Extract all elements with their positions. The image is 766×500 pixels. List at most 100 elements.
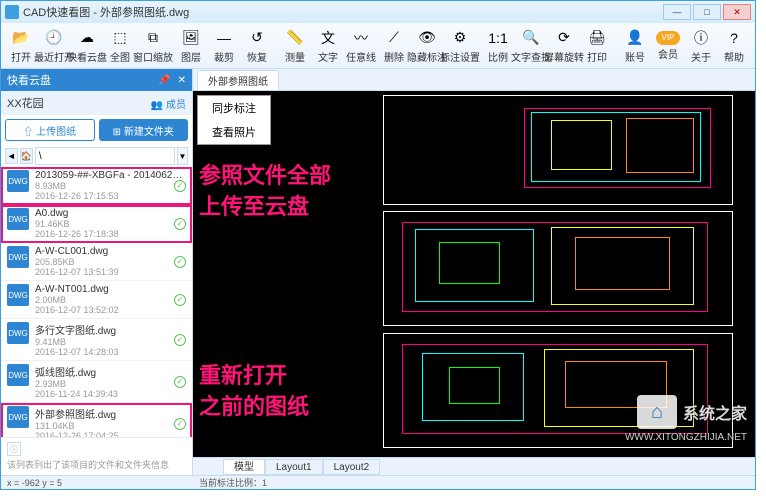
footer-text: 该列表列出了该项目的文件和文件夹信息: [7, 458, 186, 471]
toolbar-label: 关于: [691, 49, 711, 64]
window-title: CAD快速看图 - 外部参照图纸.dwg: [23, 4, 663, 20]
app-window: CAD快速看图 - 外部参照图纸.dwg — □ ✕ 📂打开🕘最近打开☁快看云盘…: [0, 0, 756, 490]
layout-tabs: 模型Layout1Layout2: [193, 457, 755, 475]
toolbar-快看云盘[interactable]: ☁快看云盘: [71, 25, 103, 67]
file-date: 2016-11-24 14:39:43: [35, 389, 186, 399]
toolbar-关于[interactable]: ⓘ关于: [685, 25, 717, 67]
path-input[interactable]: [35, 147, 175, 165]
close-button[interactable]: ✕: [723, 4, 751, 20]
watermark-text: 系统之家: [683, 400, 747, 424]
file-item[interactable]: DWGA-W-NT001.dwg2.00MB2016-12-07 13:52:0…: [1, 281, 192, 319]
测量-icon: 📏: [285, 28, 305, 48]
pin-icon[interactable]: 📌: [158, 75, 170, 86]
toolbar-全图[interactable]: ⬚全图: [104, 25, 136, 67]
toolbar-打开[interactable]: 📂打开: [5, 25, 37, 67]
layout-tab[interactable]: Layout1: [265, 459, 323, 475]
toolbar-文字[interactable]: 文文字: [312, 25, 344, 67]
toolbar-图层[interactable]: 🖼图层: [175, 25, 207, 67]
file-name: A-W-NT001.dwg: [35, 284, 186, 295]
maximize-button[interactable]: □: [693, 4, 721, 20]
back-icon[interactable]: ◄: [5, 148, 18, 164]
context-menu: 同步标注查看照片: [197, 95, 271, 145]
toolbar-label: 裁剪: [214, 49, 234, 64]
drawing-area: 外部参照图纸 同步标注查看照片 参照文件全部上传至云盘 重新打开之前的图纸 ⌂ …: [193, 69, 755, 475]
toolbar-label: 帮助: [724, 49, 744, 64]
file-item[interactable]: DWGA0.dwg91.46KB2016-12-26 17:18:38✓: [1, 205, 192, 243]
file-name: 多行文字图纸.dwg: [35, 322, 186, 337]
toolbar-任意线[interactable]: 〰任意线: [345, 25, 377, 67]
toolbar-打印[interactable]: 🖨打印: [581, 25, 613, 67]
members-button[interactable]: 👥 成员: [151, 96, 186, 111]
关于-icon: ⓘ: [691, 28, 711, 48]
toolbar-窗口缩放[interactable]: ⧉窗口缩放: [137, 25, 169, 67]
sync-check-icon: ✓: [174, 294, 186, 306]
账号-icon: 👤: [625, 28, 645, 48]
upload-button[interactable]: ⇧ 上传图纸: [5, 119, 95, 141]
tab-active[interactable]: 外部参照图纸: [197, 70, 279, 90]
layout-tab[interactable]: Layout2: [323, 459, 381, 475]
toolbar-label: 恢复: [247, 49, 267, 64]
toolbar-label: 窗口缩放: [133, 49, 173, 64]
恢复-icon: ↺: [247, 28, 267, 48]
窗口缩放-icon: ⧉: [143, 28, 163, 48]
home-icon[interactable]: 🏠: [20, 148, 33, 164]
path-dropdown-icon[interactable]: ▼: [177, 147, 188, 165]
annotation-1: 参照文件全部上传至云盘: [199, 161, 331, 223]
toolbar-标注设置[interactable]: ⚙标注设置: [444, 25, 476, 67]
toolbar-比例[interactable]: 1:1比例: [482, 25, 514, 67]
toolbar-风格[interactable]: 🎨风格: [751, 25, 755, 67]
toolbar-恢复[interactable]: ↺恢复: [241, 25, 273, 67]
toolbar-会员[interactable]: VIP会员: [652, 25, 684, 67]
sidebar-footer: ⓘ 该列表列出了该项目的文件和文件夹信息: [1, 437, 192, 475]
sidebar-close-icon[interactable]: ✕: [178, 75, 186, 86]
file-meta: 9.41MB: [35, 337, 186, 347]
sync-check-icon: ✓: [174, 418, 186, 430]
file-list[interactable]: DWG2013059-##-XBGFa - 20140623.dwg8.93MB…: [1, 167, 192, 437]
menu-item[interactable]: 查看照片: [198, 120, 270, 144]
打开-icon: 📂: [11, 28, 31, 48]
menu-item[interactable]: 同步标注: [198, 96, 270, 120]
layout-tab[interactable]: 模型: [223, 459, 265, 475]
watermark-icon: ⌂: [637, 395, 677, 429]
帮助-icon: ?: [724, 28, 744, 48]
file-item[interactable]: DWG多行文字图纸.dwg9.41MB2016-12-07 14:28:03✓: [1, 319, 192, 361]
minimize-button[interactable]: —: [663, 4, 691, 20]
toolbar-隐藏标注[interactable]: 👁隐藏标注: [411, 25, 443, 67]
project-header: XX花园 👥 成员: [1, 91, 192, 115]
toolbar-文字查找[interactable]: 🔍文字查找: [515, 25, 547, 67]
file-item[interactable]: DWG外部参照图纸.dwg131.04KB2016-12-26 17:04:25…: [1, 403, 192, 437]
dwg-file-icon: DWG: [7, 246, 29, 268]
file-date: 2016-12-07 13:52:02: [35, 305, 186, 315]
toolbar-测量[interactable]: 📏测量: [279, 25, 311, 67]
file-item[interactable]: DWG弧线图纸.dwg2.93MB2016-11-24 14:39:43✓: [1, 361, 192, 403]
toolbar-label: 删除: [384, 49, 404, 64]
main-toolbar: 📂打开🕘最近打开☁快看云盘⬚全图⧉窗口缩放🖼图层—裁剪↺恢复📏测量文文字〰任意线…: [1, 23, 755, 69]
file-item[interactable]: DWG2013059-##-XBGFa - 20140623.dwg8.93MB…: [1, 167, 192, 205]
删除-icon: ⟋: [384, 28, 404, 48]
toolbar-屏幕旋转[interactable]: ⟳屏幕旋转: [548, 25, 580, 67]
drawing-sheet-1: [383, 95, 733, 205]
toolbar-删除[interactable]: ⟋删除: [378, 25, 410, 67]
file-meta: 2.93MB: [35, 379, 186, 389]
file-item[interactable]: DWGA-W-CL001.dwg205.85KB2016-12-07 13:51…: [1, 243, 192, 281]
toolbar-label: 打印: [587, 49, 607, 64]
标注设置-icon: ⚙: [450, 28, 470, 48]
dwg-file-icon: DWG: [7, 170, 29, 192]
toolbar-帮助[interactable]: ?帮助: [718, 25, 750, 67]
annotation-2: 重新打开之前的图纸: [199, 361, 309, 423]
toolbar-账号[interactable]: 👤账号: [619, 25, 651, 67]
toolbar-label: 标注设置: [440, 49, 480, 64]
info-icon[interactable]: ⓘ: [7, 442, 21, 456]
toolbar-裁剪[interactable]: —裁剪: [208, 25, 240, 67]
快看云盘-icon: ☁: [77, 28, 97, 48]
file-meta: 2.00MB: [35, 295, 186, 305]
cad-canvas[interactable]: 参照文件全部上传至云盘 重新打开之前的图纸 ⌂ 系统之家 WWW.XITONGZ…: [193, 91, 755, 457]
file-name: A0.dwg: [35, 208, 186, 219]
打印-icon: 🖨: [587, 28, 607, 48]
toolbar-label: 快看云盘: [67, 49, 107, 64]
new-folder-button[interactable]: ⊞ 新建文件夹: [99, 119, 189, 141]
sidebar-title-text: 快看云盘: [7, 72, 154, 88]
toolbar-最近打开[interactable]: 🕘最近打开: [38, 25, 70, 67]
status-coords: x = -962 y = 5: [7, 478, 199, 488]
dwg-file-icon: DWG: [7, 364, 29, 386]
